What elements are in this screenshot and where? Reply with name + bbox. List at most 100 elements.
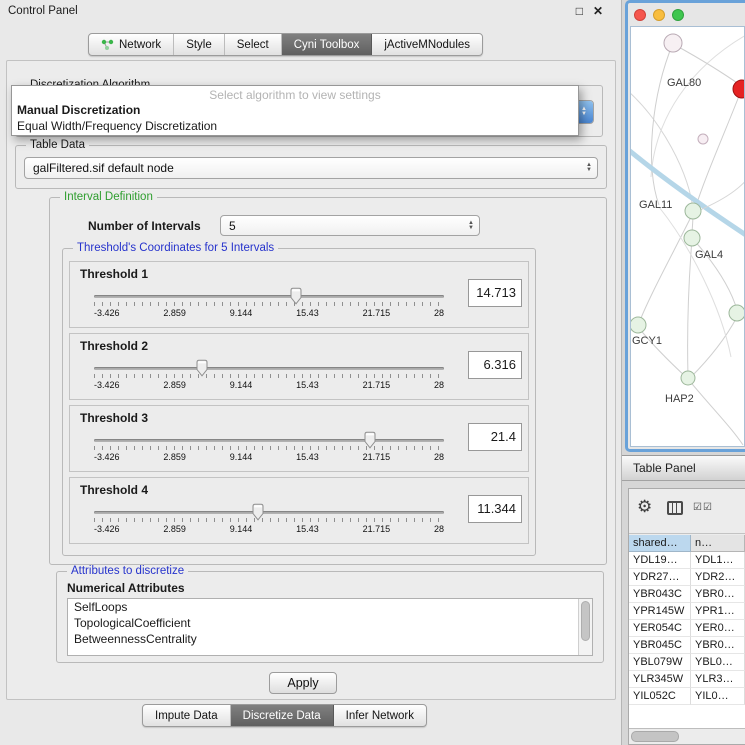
minimize-traffic-light-icon[interactable] (653, 9, 665, 21)
node-gcy1[interactable] (631, 317, 646, 333)
attributes-list-scrollbar[interactable] (578, 599, 592, 655)
table-row[interactable]: YDR27…YDR2… (629, 569, 745, 586)
scale-tick-label: -3.426 (94, 380, 120, 390)
node-gal4[interactable] (684, 230, 700, 246)
node-red-selected[interactable] (733, 80, 745, 98)
float-window-icon[interactable]: □ (576, 5, 583, 17)
tab-infer-network[interactable]: Infer Network (334, 705, 426, 726)
tab-jactivemnodules[interactable]: jActiveMNodules (372, 34, 482, 55)
cell[interactable]: YBR0… (691, 586, 745, 603)
cell[interactable]: YBL079W (629, 654, 691, 671)
table-row[interactable]: YIL052CYIL0… (629, 688, 745, 705)
table-row[interactable]: YER054CYER0… (629, 620, 745, 637)
list-item-selfloops[interactable]: SelfLoops (68, 599, 592, 615)
threshold-3-slider-thumb[interactable] (363, 431, 377, 449)
cell[interactable]: YBR043C (629, 586, 691, 603)
select-checkboxes-icon[interactable]: ☑☑ (693, 502, 713, 513)
scale-tick-label: 9.144 (230, 380, 253, 390)
table-row[interactable]: YBR045CYBR0… (629, 637, 745, 654)
cell[interactable]: YPR145W (629, 603, 691, 620)
scale-tick-label: 9.144 (230, 452, 253, 462)
table-data-group: Table Data galFiltered.sif default node … (15, 145, 607, 189)
slider-track[interactable] (94, 367, 444, 370)
threshold-coordinates-group-label: Threshold's Coordinates for 5 Intervals (73, 242, 278, 254)
node-hap2[interactable] (681, 371, 695, 385)
scrollbar-thumb[interactable] (581, 601, 590, 641)
threshold-2-value-field[interactable]: 6.316 (468, 351, 522, 379)
scrollbar-thumb[interactable] (631, 731, 679, 742)
threshold-4-slider-thumb[interactable] (251, 503, 265, 521)
zoom-traffic-light-icon[interactable] (672, 9, 684, 21)
threshold-3-value-field[interactable]: 21.4 (468, 423, 522, 451)
column-header-name[interactable]: n… (691, 535, 745, 552)
list-item-topologicalcoefficient[interactable]: TopologicalCoefficient (68, 615, 592, 631)
table-row[interactable]: YBL079WYBL0… (629, 654, 745, 671)
threshold-2-slider[interactable]: -3.426 2.859 9.144 15.43 21.715 28 (94, 358, 444, 396)
window-traffic-lights (628, 3, 745, 26)
close-traffic-light-icon[interactable] (634, 9, 646, 21)
gear-icon[interactable]: ⚙ (637, 498, 652, 515)
cell[interactable]: YER054C (629, 620, 691, 637)
cell[interactable]: YLR345W (629, 671, 691, 688)
algorithm-option-manual-discretization[interactable]: Manual Discretization (12, 102, 578, 118)
tab-select[interactable]: Select (225, 34, 282, 55)
cell[interactable]: YBR045C (629, 637, 691, 654)
cell[interactable]: YDL1… (691, 552, 745, 569)
table-row[interactable]: YLR345WYLR3… (629, 671, 745, 688)
cell[interactable]: YDR2… (691, 569, 745, 586)
network-view-window: GAL80 GAL11 GAL4 GCY1 HAP2 (625, 0, 745, 452)
threshold-1-value-field[interactable]: 14.713 (468, 279, 522, 307)
tab-select-label: Select (237, 39, 269, 51)
column-selector-icon[interactable] (667, 501, 683, 515)
cell[interactable]: YER0… (691, 620, 745, 637)
algorithm-option-placeholder[interactable]: Select algorithm to view settings (12, 86, 578, 102)
combobox-stepper-icon[interactable]: ▲▼ (581, 163, 597, 173)
table-horizontal-scrollbar[interactable] (629, 728, 745, 744)
node-gal11[interactable] (685, 203, 701, 219)
threshold-3-slider[interactable]: -3.426 2.859 9.144 15.43 21.715 28 (94, 430, 444, 468)
number-of-intervals-label: Number of Intervals (88, 219, 201, 233)
tab-discretize-data[interactable]: Discretize Data (231, 705, 334, 726)
tab-impute-data[interactable]: Impute Data (143, 705, 231, 726)
cell[interactable]: YIL0… (691, 688, 745, 705)
slider-track[interactable] (94, 511, 444, 514)
slider-track[interactable] (94, 295, 444, 298)
scale-tick-label: 2.859 (163, 380, 186, 390)
algorithm-option-equal-width-frequency[interactable]: Equal Width/Frequency Discretization (12, 118, 578, 134)
threshold-1-slider-thumb[interactable] (289, 287, 303, 305)
network-canvas[interactable]: GAL80 GAL11 GAL4 GCY1 HAP2 (630, 26, 745, 447)
table-data-combobox[interactable]: galFiltered.sif default node ▲▼ (24, 157, 598, 179)
cell[interactable]: YIL052C (629, 688, 691, 705)
apply-button[interactable]: Apply (269, 672, 337, 694)
tab-cyni-toolbox[interactable]: Cyni Toolbox (282, 34, 373, 55)
table-row[interactable]: YDL19…YDL1… (629, 552, 745, 569)
tab-network[interactable]: Network (89, 34, 174, 55)
cell[interactable]: YBL0… (691, 654, 745, 671)
node-right[interactable] (729, 305, 745, 321)
threshold-4-value-field[interactable]: 11.344 (468, 495, 522, 523)
column-header-shared-name[interactable]: shared… (629, 535, 691, 552)
threshold-4-slider[interactable]: -3.426 2.859 9.144 15.43 21.715 28 (94, 502, 444, 540)
threshold-2-label: Threshold 2 (80, 339, 148, 353)
node-gal80[interactable] (664, 34, 682, 52)
cell[interactable]: YLR3… (691, 671, 745, 688)
close-window-icon[interactable]: ✕ (593, 5, 603, 17)
threshold-coordinates-group: Threshold's Coordinates for 5 Intervals … (62, 248, 536, 556)
number-of-intervals-combobox[interactable]: 5 ▲▼ (220, 215, 480, 236)
node-small[interactable] (698, 134, 708, 144)
combobox-stepper-icon[interactable]: ▲▼ (463, 221, 479, 231)
scale-tick-label: 15.43 (296, 452, 319, 462)
threshold-2-slider-thumb[interactable] (195, 359, 209, 377)
cell[interactable]: YDL19… (629, 552, 691, 569)
tab-style[interactable]: Style (174, 34, 225, 55)
table-row[interactable]: YBR043CYBR0… (629, 586, 745, 603)
cell[interactable]: YBR0… (691, 637, 745, 654)
threshold-row-3: Threshold 3 -3.426 2.859 9.144 15.43 21.… (69, 405, 529, 472)
cell[interactable]: YPR1… (691, 603, 745, 620)
table-panel-window: ⚙ ☑☑ shared… n… YDL19…YDL1… YDR27…YDR2… … (628, 488, 745, 745)
slider-track[interactable] (94, 439, 444, 442)
list-item-betweennesscentrality[interactable]: BetweennessCentrality (68, 631, 592, 647)
table-row[interactable]: YPR145WYPR1… (629, 603, 745, 620)
threshold-1-slider[interactable]: -3.426 2.859 9.144 15.43 21.715 28 (94, 286, 444, 324)
cell[interactable]: YDR27… (629, 569, 691, 586)
